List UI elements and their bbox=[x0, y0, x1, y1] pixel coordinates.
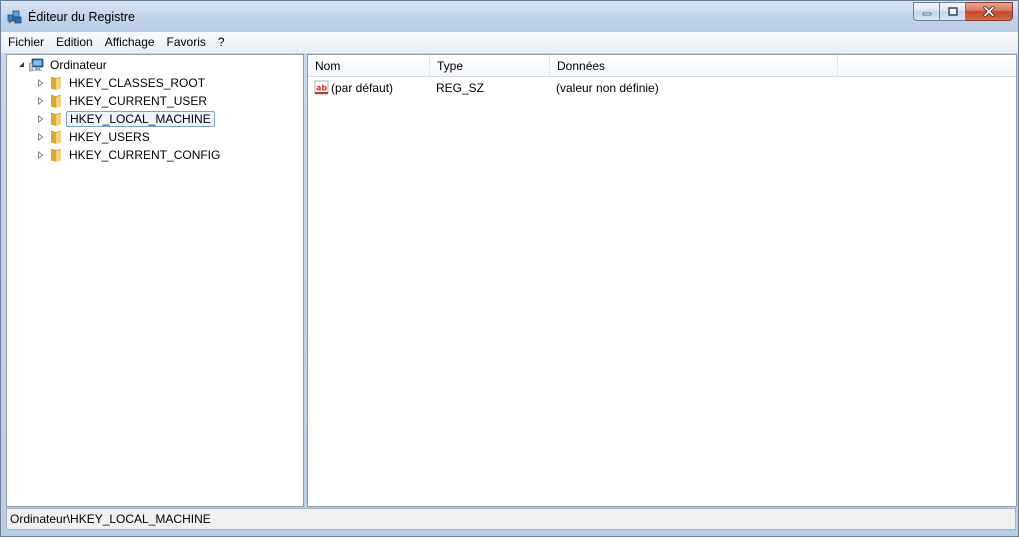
column-header-donnees[interactable]: Données bbox=[550, 55, 838, 77]
folder-icon bbox=[48, 129, 64, 145]
table-row[interactable]: ab (par défaut) REG_SZ (valeur non défin… bbox=[308, 79, 1016, 97]
tree-item-hkey-current-config[interactable]: HKEY_CURRENT_CONFIG bbox=[36, 146, 223, 163]
minimize-button[interactable] bbox=[913, 2, 940, 21]
computer-icon bbox=[29, 57, 45, 73]
folder-icon bbox=[48, 75, 64, 91]
menu-edition[interactable]: Edition bbox=[50, 32, 99, 53]
tree-label: HKEY_CURRENT_CONFIG bbox=[69, 147, 221, 162]
registry-editor-icon bbox=[7, 9, 23, 25]
menu-affichage[interactable]: Affichage bbox=[99, 32, 161, 53]
folder-icon bbox=[48, 111, 64, 127]
value-name: (par défaut) bbox=[331, 81, 394, 95]
tree-label-selected: HKEY_LOCAL_MACHINE bbox=[66, 110, 215, 127]
minimize-icon bbox=[922, 12, 931, 15]
tree-item-hkey-local-machine[interactable]: HKEY_LOCAL_MACHINE bbox=[36, 110, 215, 127]
menu-fichier[interactable]: Fichier bbox=[1, 32, 50, 53]
title-bar[interactable]: Éditeur du Registre bbox=[1, 1, 1018, 32]
registry-editor-window: Éditeur du Registre Fichier Edition Affi… bbox=[0, 0, 1019, 537]
expand-arrow-icon[interactable] bbox=[36, 132, 45, 141]
expand-arrow-icon[interactable] bbox=[36, 114, 45, 123]
menu-help[interactable]: ? bbox=[212, 32, 231, 53]
key-tree-pane[interactable]: Ordinateur HKEY_CLASSES_ROOT HKEY_CURREN… bbox=[6, 54, 304, 507]
column-header-nom[interactable]: Nom bbox=[308, 55, 430, 77]
maximize-button[interactable] bbox=[940, 2, 966, 21]
maximize-icon bbox=[947, 7, 958, 16]
folder-icon bbox=[48, 93, 64, 109]
string-value-icon: ab bbox=[314, 80, 330, 96]
expand-arrow-icon[interactable] bbox=[36, 150, 45, 159]
tree-label: HKEY_CURRENT_USER bbox=[69, 93, 208, 108]
tree-label: HKEY_USERS bbox=[69, 129, 150, 144]
tree-item-root[interactable]: Ordinateur bbox=[17, 56, 110, 73]
tree-label: Ordinateur bbox=[50, 57, 107, 72]
svg-text:ab: ab bbox=[316, 84, 327, 93]
folder-icon bbox=[48, 147, 64, 163]
value-data: (valeur non définie) bbox=[556, 81, 659, 95]
tree-item-hkey-users[interactable]: HKEY_USERS bbox=[36, 128, 153, 145]
window-title: Éditeur du Registre bbox=[28, 10, 136, 24]
column-header-type[interactable]: Type bbox=[430, 55, 550, 77]
tree-item-hkey-classes-root[interactable]: HKEY_CLASSES_ROOT bbox=[36, 74, 208, 91]
close-icon bbox=[983, 6, 995, 17]
tree-item-hkey-current-user[interactable]: HKEY_CURRENT_USER bbox=[36, 92, 210, 109]
menu-favoris[interactable]: Favoris bbox=[161, 32, 212, 53]
close-button[interactable] bbox=[966, 2, 1013, 21]
tree-label: HKEY_CLASSES_ROOT bbox=[69, 75, 206, 90]
status-bar: Ordinateur\HKEY_LOCAL_MACHINE bbox=[6, 508, 1016, 530]
values-list-pane[interactable]: Nom Type Données ab (par défaut) REG_SZ … bbox=[307, 54, 1017, 507]
collapse-arrow-icon[interactable] bbox=[17, 60, 26, 69]
expand-arrow-icon[interactable] bbox=[36, 78, 45, 87]
menu-bar: Fichier Edition Affichage Favoris ? bbox=[1, 32, 1018, 54]
column-header-filler bbox=[838, 55, 1016, 77]
expand-arrow-icon[interactable] bbox=[36, 96, 45, 105]
value-type: REG_SZ bbox=[436, 81, 485, 95]
